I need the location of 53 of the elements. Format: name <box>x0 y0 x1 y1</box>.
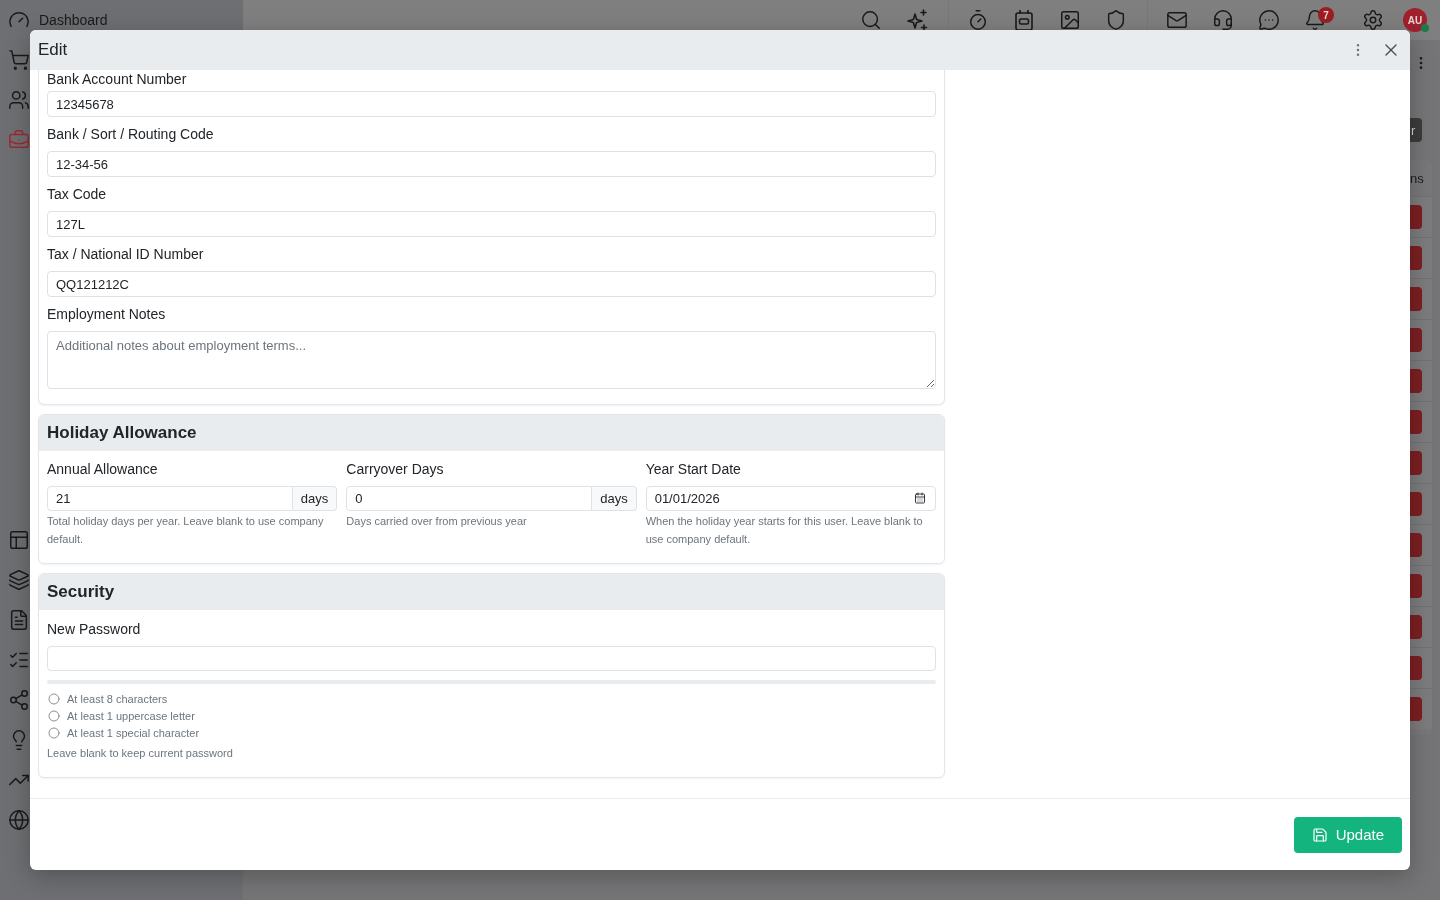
help-text: Leave blank to keep current password <box>47 746 233 761</box>
text-field[interactable]: 127L <box>47 211 936 237</box>
field-label: Tax Code <box>47 185 107 204</box>
unit-label: days <box>292 486 338 511</box>
save-icon <box>1311 826 1328 843</box>
calendar-icon[interactable] <box>914 492 926 504</box>
field-label: Annual Allowance <box>47 460 158 479</box>
notification-badge: 7 <box>1318 7 1334 23</box>
field-label: New Password <box>47 620 141 639</box>
help-text: When the holiday year starts for this user. Leave blank to use company default. <box>645 514 924 547</box>
unit-label: days <box>592 486 637 511</box>
date-field[interactable]: 01/01/2026 <box>645 486 936 511</box>
text-field[interactable]: QQ121212C <box>47 271 936 297</box>
field-label: Carryover Days <box>346 460 444 479</box>
mail-icon[interactable] <box>1166 9 1188 31</box>
cart-icon[interactable] <box>8 49 30 71</box>
users-icon[interactable] <box>8 89 30 111</box>
layers-icon[interactable] <box>8 569 30 591</box>
document-icon[interactable] <box>8 609 30 631</box>
field-label: Employment Notes <box>47 305 166 324</box>
calendar-icon[interactable] <box>1013 9 1035 31</box>
sparkles-icon[interactable] <box>906 9 928 31</box>
number-field[interactable]: 21 <box>47 486 293 511</box>
requirement-text: At least 8 characters <box>67 692 168 705</box>
password-field[interactable] <box>47 646 936 671</box>
image-icon[interactable] <box>1059 9 1081 31</box>
user-avatar[interactable]: AU <box>1403 8 1427 32</box>
column-header: ns <box>1410 170 1424 186</box>
requirement-text: At least 1 special character <box>67 726 200 739</box>
globe-icon[interactable] <box>8 809 30 831</box>
requirement-text: At least 1 uppercase letter <box>67 709 195 722</box>
share-icon[interactable] <box>8 689 30 711</box>
search-icon[interactable] <box>860 9 882 31</box>
number-field[interactable]: 0 <box>346 486 593 511</box>
field-label: Tax / National ID Number <box>47 245 204 264</box>
field-label: Year Start Date <box>645 460 741 479</box>
field-label: Bank Account Number <box>47 71 187 87</box>
help-text: Days carried over from previous year <box>346 514 527 529</box>
headset-icon[interactable] <box>1212 9 1234 31</box>
toolbar-button[interactable]: r <box>1410 118 1422 142</box>
dialog-title: Edit <box>38 40 69 60</box>
layout-icon[interactable] <box>8 529 30 551</box>
notes-field[interactable]: Additional notes about employment terms... <box>47 331 936 389</box>
field-label: Bank / Sort / Routing Code <box>47 125 214 144</box>
help-text: Total holiday days per year. Leave blank to use company default. <box>47 514 325 547</box>
section-title: Security <box>47 582 115 602</box>
section-title: Holiday Allowance <box>47 423 197 443</box>
text-field[interactable]: 12345678 <box>47 91 936 117</box>
text-field[interactable]: 12-34-56 <box>47 151 936 177</box>
settings-icon[interactable] <box>1362 9 1384 31</box>
stopwatch-icon[interactable] <box>967 9 989 31</box>
chat-icon[interactable] <box>1258 9 1280 31</box>
shield-icon[interactable] <box>1105 9 1127 31</box>
